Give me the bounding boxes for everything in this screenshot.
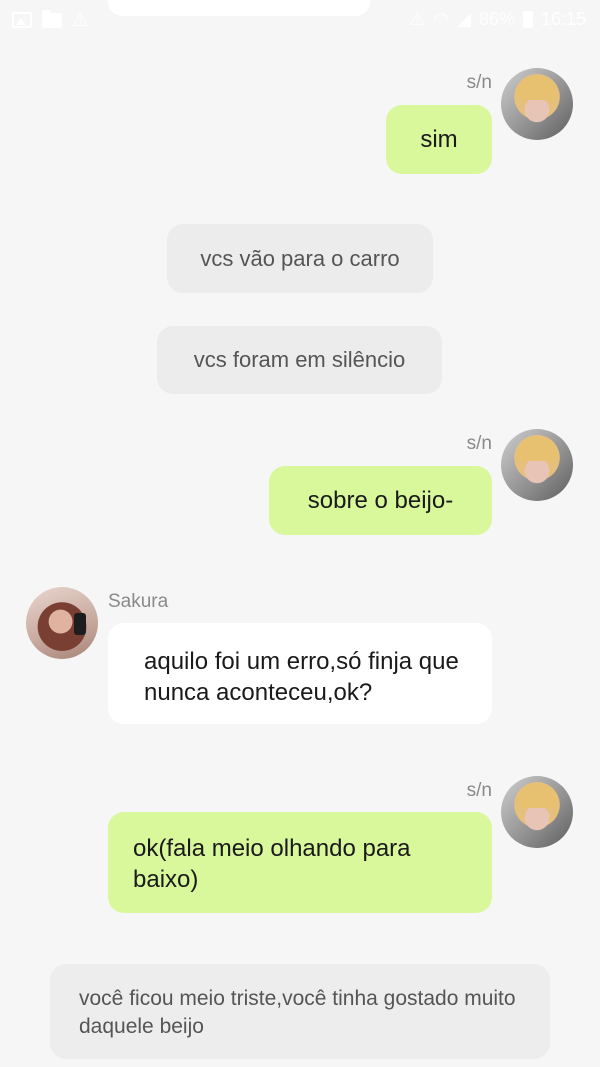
outgoing-message[interactable]: sim (386, 105, 492, 174)
outgoing-message[interactable]: ok(fala meio olhando para baixo) (108, 812, 492, 913)
sender-name: Sakura (108, 591, 169, 612)
folder-icon (42, 9, 62, 28)
signal-icon: ◢ (457, 9, 471, 29)
clock: 16:15 (540, 9, 586, 29)
user-avatar[interactable] (501, 68, 573, 140)
battery-percentage: 86% (478, 9, 515, 29)
message-text: sim (420, 126, 458, 153)
message-text: ok(fala meio olhando para baixo) (133, 835, 411, 893)
sakura-avatar[interactable] (26, 587, 98, 659)
user-avatar[interactable] (501, 429, 573, 501)
message-text: aquilo foi um erro,só finja que nunca ac… (144, 648, 459, 706)
narration-message[interactable]: vcs vão para o carro (167, 224, 433, 293)
sender-name: s/n (466, 72, 492, 93)
incoming-message[interactable]: aquilo foi um erro,só finja que nunca ac… (108, 623, 492, 724)
message-text: vcs foram em silêncio (193, 347, 406, 372)
battery-icon (522, 10, 533, 28)
image-icon (12, 12, 32, 28)
narration-message[interactable]: vcs foram em silêncio (157, 326, 442, 394)
user-avatar[interactable] (501, 776, 573, 848)
outgoing-message[interactable]: sobre o beijo- (269, 466, 492, 535)
sender-name: s/n (466, 433, 492, 454)
message-text: vcs vão para o carro (200, 245, 400, 271)
status-bar: ⚠ ⚠ ◠ ◢ 86% 16:15 (0, 0, 600, 40)
warning-icon: ⚠ (72, 10, 89, 30)
warning-icon: ⚠ (409, 9, 426, 29)
sender-name: s/n (466, 780, 492, 801)
message-text: sobre o beijo- (307, 487, 454, 514)
narration-message[interactable]: você ficou meio triste,você tinha gostad… (50, 964, 550, 1059)
message-text: você ficou meio triste,você tinha gostad… (79, 987, 516, 1038)
wifi-icon: ◠ (433, 9, 450, 29)
chat-screen: ⚠ ⚠ ◠ ◢ 86% 16:15 s/n sim vcs vão para o… (0, 0, 600, 1067)
